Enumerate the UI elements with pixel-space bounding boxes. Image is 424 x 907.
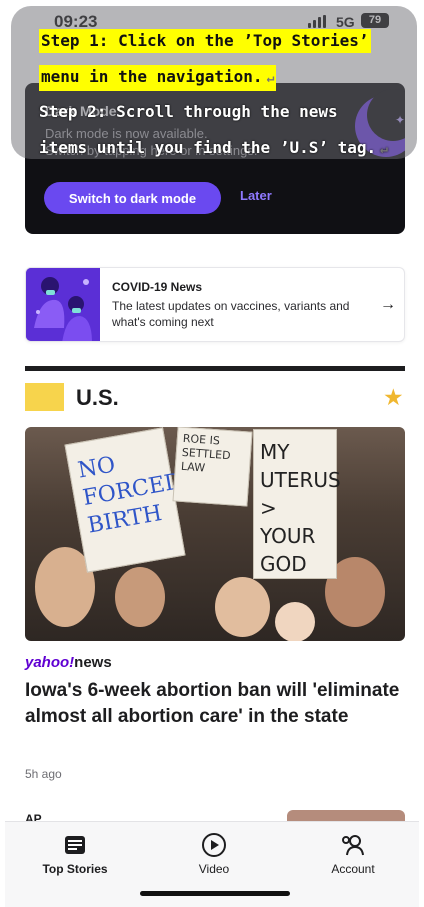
later-button[interactable]: Later (240, 188, 272, 203)
section-color-tag (25, 383, 64, 411)
home-indicator (140, 891, 290, 896)
protest-sign: ROE IS SETTLED LAW (172, 427, 253, 507)
instruction-step2-line1: Step 2: Scroll through the news (39, 102, 338, 121)
article-timestamp: 5h ago (25, 767, 62, 781)
section-title-us[interactable]: U.S. (76, 385, 119, 411)
protest-sign: MY UTERUS > YOUR GOD (253, 429, 341, 579)
source-logo: yahoo!news (25, 654, 112, 671)
return-icon: ↵ (266, 71, 275, 86)
sign-text: MY UTERUS > YOUR GOD (260, 440, 341, 576)
news-label: news (74, 654, 112, 671)
tab-account[interactable]: Account (293, 832, 413, 876)
person-gear-icon (342, 835, 364, 856)
instruction-step2-line2: items until you find the ’U.S’ tag. ↵ (39, 138, 388, 157)
tab-label: Account (331, 862, 375, 876)
return-icon: ↵ (380, 142, 388, 157)
covid-card-description: The latest updates on vaccines, variants… (112, 299, 350, 329)
star-icon[interactable]: ★ (383, 384, 404, 411)
newspaper-icon (65, 836, 85, 854)
switch-to-dark-mode-button[interactable]: Switch to dark mode (44, 182, 221, 214)
yahoo-logo: yahoo! (25, 654, 75, 671)
tab-label: Video (198, 862, 230, 876)
covid-illustration (26, 268, 100, 341)
section-divider (25, 366, 405, 371)
sign-text: ROE IS SETTLED LAW (180, 431, 231, 475)
covid-card-title: COVID-19 News (112, 280, 203, 294)
protest-sign: NO FORCED BIRTH (64, 427, 186, 573)
article-image[interactable]: NO FORCED BIRTH ROE IS SETTLED LAW MY UT… (25, 427, 405, 641)
instruction-step1-line2: menu in the navigation. ↵ (39, 65, 277, 91)
instruction-step1-line1: Step 1: Click on the ’Top Stories’ (39, 29, 371, 53)
tab-label: Top Stories (42, 862, 108, 876)
tab-top-stories[interactable]: Top Stories (15, 832, 135, 876)
covid-news-card[interactable]: COVID-19 News The latest updates on vacc… (25, 267, 405, 342)
play-circle-icon (202, 833, 226, 857)
tab-video[interactable]: Video (154, 832, 274, 876)
article-headline[interactable]: Iowa's 6-week abortion ban will 'elimina… (25, 678, 410, 730)
arrow-right-icon: → (380, 296, 396, 313)
